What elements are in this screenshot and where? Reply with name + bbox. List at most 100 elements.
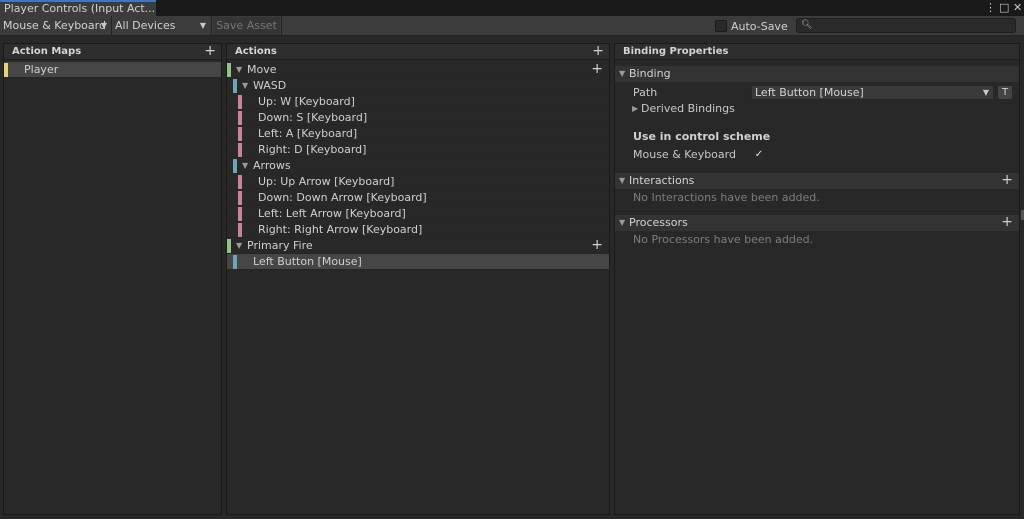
scheme-row: Mouse & Keyboard ✓ [615,147,1019,163]
processors-section-header[interactable]: ▼ Processors + [615,215,1019,231]
binding-properties-panel: Binding Properties ▼ Binding Path Left B… [614,43,1020,515]
toolbar-divider [211,16,212,36]
window-tab[interactable]: Player Controls (Input Act... [0,0,156,16]
action-maps-title: Action Maps [12,46,82,57]
composite-part-row[interactable]: Up: W [Keyboard] [227,94,609,110]
toolbar: Mouse & Keyboard ▼ All Devices ▼ Save As… [0,16,1024,36]
binding-row[interactable]: Left Button [Mouse] [227,254,609,270]
scheme-name: Mouse & Keyboard [633,148,736,161]
row-color-bar [227,239,231,253]
scheme-checkbox[interactable]: ✓ [753,149,765,161]
derived-bindings-row[interactable]: ▶ Derived Bindings [615,101,1019,117]
row-color-bar [238,191,242,205]
action-maps-panel: Action Maps + Player [3,43,222,515]
title-bar: Player Controls (Input Act... ⋮ □ ✕ [0,0,1024,16]
control-scheme-heading: Use in control scheme [633,130,771,143]
actions-panel: Actions + ▼ Move + ▼ WASD Up: W [Keyboard] Dow… [226,43,610,515]
binding-section-header[interactable]: ▼ Binding [615,66,1019,82]
add-action-map-icon[interactable]: + [204,44,216,59]
input-actions-window: Player Controls (Input Act... ⋮ □ ✕ Mous… [0,0,1024,519]
composite-part-row[interactable]: Down: S [Keyboard] [227,110,609,126]
actions-tree: ▼ Move + ▼ WASD Up: W [Keyboard] Down: S [Keyb… [227,62,609,270]
row-label: Up: Up Arrow [Keyboard] [258,175,395,188]
row-color-bar [233,159,237,173]
derived-bindings-label: Derived Bindings [641,102,735,115]
row-label: Right: D [Keyboard] [258,143,367,156]
path-dropdown[interactable]: Left Button [Mouse] ▼ [751,85,994,100]
composite-part-row[interactable]: Left: A [Keyboard] [227,126,609,142]
toolbar-divider [281,16,282,36]
window-controls: ⋮ □ ✕ [985,0,1022,16]
close-icon[interactable]: ✕ [1013,1,1022,15]
expand-triangle-icon[interactable]: ▼ [236,62,242,78]
auto-save-checkbox[interactable] [715,20,727,32]
row-color-bar [238,111,242,125]
more-options-icon[interactable]: ⋮ [985,1,996,15]
row-color-bar [233,255,237,269]
interactions-section-header[interactable]: ▼ Interactions + [615,173,1019,189]
auto-save-label: Auto-Save [731,19,788,33]
add-action-icon[interactable]: + [592,44,604,59]
row-label: Up: W [Keyboard] [258,95,355,108]
add-binding-icon[interactable]: + [591,238,603,253]
row-color-bar [238,95,242,109]
composite-part-row[interactable]: Up: Up Arrow [Keyboard] [227,174,609,190]
collapse-triangle-icon: ▼ [619,176,626,185]
row-color-bar [238,207,242,221]
action-map-label: Player [24,63,59,76]
row-color-bar [227,63,231,77]
add-processor-icon[interactable]: + [1001,215,1013,230]
composite-row[interactable]: ▼ WASD [227,78,609,94]
action-row[interactable]: ▼ Primary Fire + [227,238,609,254]
row-color-bar [238,175,242,189]
action-maps-header: Action Maps + [4,44,221,60]
action-row[interactable]: ▼ Move + [227,62,609,78]
interactions-section-title: Interactions [629,174,695,187]
processors-section-title: Processors [629,216,688,229]
expand-triangle-icon[interactable]: ▼ [242,158,248,174]
expand-triangle-icon[interactable]: ▼ [242,78,248,94]
auto-save-toggle[interactable]: Auto-Save [715,18,788,34]
search-field[interactable]: 🔍︎ [796,18,1016,33]
composite-row[interactable]: ▼ Arrows [227,158,609,174]
collapse-triangle-icon: ▼ [619,69,626,78]
row-color-bar [238,223,242,237]
actions-title: Actions [235,46,277,57]
path-label: Path [633,86,658,99]
composite-part-row[interactable]: Right: D [Keyboard] [227,142,609,158]
binding-properties-title: Binding Properties [623,46,729,57]
row-label: Primary Fire [247,239,313,252]
control-scheme-dropdown[interactable]: Mouse & Keyboard ▼ [0,17,111,35]
chevron-down-icon: ▼ [199,21,206,30]
add-interaction-icon[interactable]: + [1001,173,1013,188]
action-map-color-bar [4,63,8,77]
composite-part-row[interactable]: Right: Right Arrow [Keyboard] [227,222,609,238]
actions-header: Actions + [227,44,609,60]
binding-section-title: Binding [629,67,671,80]
chevron-down-icon: ▼ [100,21,107,30]
row-label: WASD [253,79,287,92]
composite-part-row[interactable]: Down: Down Arrow [Keyboard] [227,190,609,206]
row-label: Down: Down Arrow [Keyboard] [258,191,427,204]
row-label: Move [247,63,277,76]
row-color-bar [233,79,237,93]
row-label: Left: A [Keyboard] [258,127,358,140]
expand-triangle-icon[interactable]: ▼ [236,238,242,254]
processors-empty-message: No Processors have been added. [633,233,814,246]
action-map-item-player[interactable]: Player [4,62,221,78]
save-asset-button[interactable]: Save Asset [213,17,280,35]
row-label: Left Button [Mouse] [253,255,362,268]
add-binding-icon[interactable]: + [591,62,603,77]
row-color-bar [238,127,242,141]
text-mode-button[interactable]: T [997,85,1013,100]
devices-dropdown[interactable]: All Devices ▼ [112,17,210,35]
row-label: Right: Right Arrow [Keyboard] [258,223,423,236]
devices-label: All Devices [115,19,176,32]
row-label: Down: S [Keyboard] [258,111,368,124]
binding-properties-header: Binding Properties [615,44,1019,60]
search-input[interactable] [811,19,1011,32]
composite-part-row[interactable]: Left: Left Arrow [Keyboard] [227,206,609,222]
maximize-icon[interactable]: □ [999,1,1009,15]
interactions-empty-message: No Interactions have been added. [633,191,820,204]
row-label: Arrows [253,159,291,172]
